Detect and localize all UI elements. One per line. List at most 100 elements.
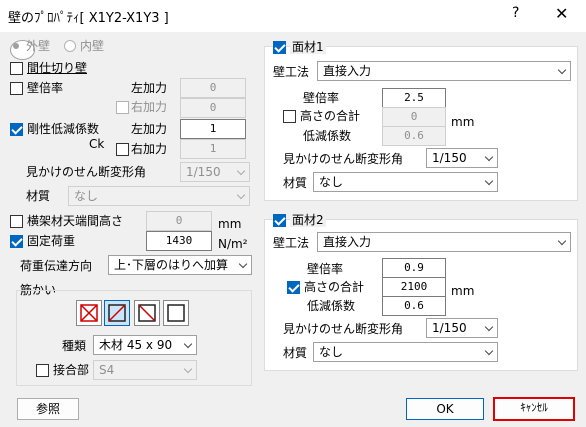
- chevron-down-icon: [557, 65, 567, 75]
- material-value: なし: [74, 189, 99, 203]
- rigidity-checkbox[interactable]: [10, 123, 23, 136]
- panel1-method-select[interactable]: 直接入力: [317, 61, 571, 81]
- panel2-material-label: 材質: [283, 346, 308, 360]
- fixed-load-field[interactable]: 1430: [146, 231, 212, 251]
- right-add1-checkbox[interactable]: [116, 101, 129, 114]
- rigidity-label: 剛性低減係数: [27, 122, 100, 136]
- frame-height-field[interactable]: 0: [146, 211, 212, 231]
- brace-slash-button[interactable]: [104, 300, 130, 326]
- panel2-shear-select[interactable]: 1/150: [426, 318, 498, 338]
- panel2-reduction-field[interactable]: 0.6: [382, 296, 446, 316]
- fixed-load-label: 固定荷重: [27, 234, 76, 248]
- inner-wall-label: 内壁: [80, 39, 105, 53]
- panel2-method-label: 壁工法: [273, 236, 310, 250]
- panel2-shear-label: 見かけのせん断変形角: [283, 322, 404, 336]
- panel2-method-value: 直接入力: [323, 235, 372, 249]
- partition-label: 間仕切り壁: [27, 61, 88, 75]
- wall-ratio-right-field[interactable]: 0: [180, 98, 246, 118]
- panel1-shear-label: 見かけのせん断変形角: [283, 152, 404, 166]
- chevron-down-icon: [484, 322, 494, 332]
- panel1-checkbox[interactable]: [273, 41, 286, 54]
- right-add2-checkbox[interactable]: [116, 143, 129, 156]
- brace-cross-icon: [80, 304, 98, 322]
- help-icon[interactable]: ?: [512, 5, 519, 21]
- panel2-height-checkbox[interactable]: [287, 281, 300, 294]
- panel1-height-label: 高さの合計: [300, 109, 361, 123]
- frame-height-label: 横架材天端間高さ: [27, 214, 124, 228]
- close-icon[interactable]: ✕: [555, 4, 568, 23]
- panel1-height-unit: mm: [451, 115, 475, 129]
- inner-wall-radio[interactable]: [64, 40, 76, 52]
- panel2-height-unit: mm: [451, 284, 475, 298]
- panel1-shear-value: 1/150: [432, 151, 467, 165]
- panel1-reduction-label: 低減係数: [303, 129, 352, 143]
- chevron-down-icon: [238, 259, 248, 269]
- panel2-height-field[interactable]: 2100: [382, 277, 446, 297]
- joint-select[interactable]: S4: [93, 360, 197, 380]
- chevron-down-icon: [557, 236, 567, 246]
- cancel-button[interactable]: ｷｬﾝｾﾙ: [493, 397, 575, 421]
- panel1-reduction-field[interactable]: 0.6: [382, 126, 446, 146]
- chevron-down-icon: [484, 152, 494, 162]
- panel1-ratio-field[interactable]: 2.5: [382, 88, 446, 108]
- brace-backslash-button[interactable]: [134, 300, 160, 326]
- rigidity-right-field[interactable]: 1: [180, 139, 246, 159]
- brace-cross-button[interactable]: [76, 300, 102, 326]
- partition-checkbox[interactable]: [10, 62, 23, 75]
- panel1-material-select[interactable]: なし: [313, 172, 498, 192]
- panel1-shear-select[interactable]: 1/150: [426, 148, 498, 168]
- title-bar: 壁のﾌﾟﾛﾊﾟﾃｨ[ X1Y2-X1Y3 ] ? ✕: [0, 0, 586, 32]
- panel1-material-value: なし: [319, 175, 344, 189]
- window-title: 壁のﾌﾟﾛﾊﾟﾃｨ[ X1Y2-X1Y3 ]: [8, 11, 169, 26]
- panel2-height-label: 高さの合計: [304, 280, 365, 294]
- panel2-material-value: なし: [319, 345, 344, 359]
- brace-backslash-icon: [138, 304, 156, 322]
- wall-ratio-checkbox[interactable]: [10, 82, 23, 95]
- ok-button[interactable]: OK: [406, 398, 484, 420]
- chevron-down-icon: [183, 364, 193, 374]
- kind-label: 種類: [62, 339, 87, 353]
- material-select[interactable]: なし: [68, 186, 250, 206]
- chevron-down-icon: [236, 190, 246, 200]
- load-transfer-select[interactable]: 上･下層のはりへ加算: [108, 255, 252, 275]
- material-label: 材質: [26, 189, 51, 203]
- panel2-shear-value: 1/150: [432, 321, 467, 335]
- fixed-load-checkbox[interactable]: [10, 235, 23, 248]
- chevron-down-icon: [484, 176, 494, 186]
- rigidity-left-field[interactable]: 1: [180, 119, 246, 139]
- fixed-load-unit: N/m²: [218, 237, 248, 251]
- panel2-material-select[interactable]: なし: [313, 342, 498, 362]
- panel2-ratio-field[interactable]: 0.9: [382, 258, 446, 278]
- ck-label: Ck: [89, 137, 105, 151]
- panel1-height-checkbox[interactable]: [283, 110, 296, 123]
- panel1-height-field[interactable]: 0: [382, 107, 446, 127]
- panel1-material-label: 材質: [283, 176, 308, 190]
- joint-label: 接合部: [53, 363, 90, 377]
- chevron-down-icon: [484, 346, 494, 356]
- brace-slash-icon: [108, 304, 126, 322]
- kind-select[interactable]: 木材 45 x 90: [93, 335, 197, 355]
- shear-angle-select[interactable]: 1/150: [180, 162, 250, 182]
- panel2-header: 面材2: [290, 213, 326, 227]
- panel2-checkbox[interactable]: [273, 214, 286, 227]
- load-transfer-value: 上･下層のはりへ加算: [114, 258, 229, 272]
- frame-height-unit: mm: [218, 217, 242, 231]
- panel2-reduction-label: 低減係数: [307, 299, 356, 313]
- left-add1-label: 左加力: [131, 81, 168, 95]
- brace-none-icon: [167, 304, 185, 322]
- reference-button[interactable]: 参照: [17, 398, 79, 420]
- load-transfer-label: 荷重伝達方向: [20, 259, 93, 273]
- panel1-header: 面材1: [290, 40, 326, 54]
- right-add2-label: 右加力: [131, 142, 168, 156]
- outer-wall-label: 外壁: [26, 39, 51, 53]
- chevron-down-icon: [236, 166, 246, 176]
- wall-ratio-label: 壁倍率: [27, 81, 64, 95]
- right-add1-label: 右加力: [131, 100, 168, 114]
- panel1-ratio-label: 壁倍率: [303, 91, 340, 105]
- brace-none-button[interactable]: [163, 300, 189, 326]
- frame-height-checkbox[interactable]: [10, 215, 23, 228]
- panel1-method-value: 直接入力: [323, 64, 372, 78]
- wall-ratio-left-field[interactable]: 0: [180, 78, 246, 98]
- panel2-method-select[interactable]: 直接入力: [317, 232, 571, 252]
- joint-checkbox[interactable]: [36, 364, 49, 377]
